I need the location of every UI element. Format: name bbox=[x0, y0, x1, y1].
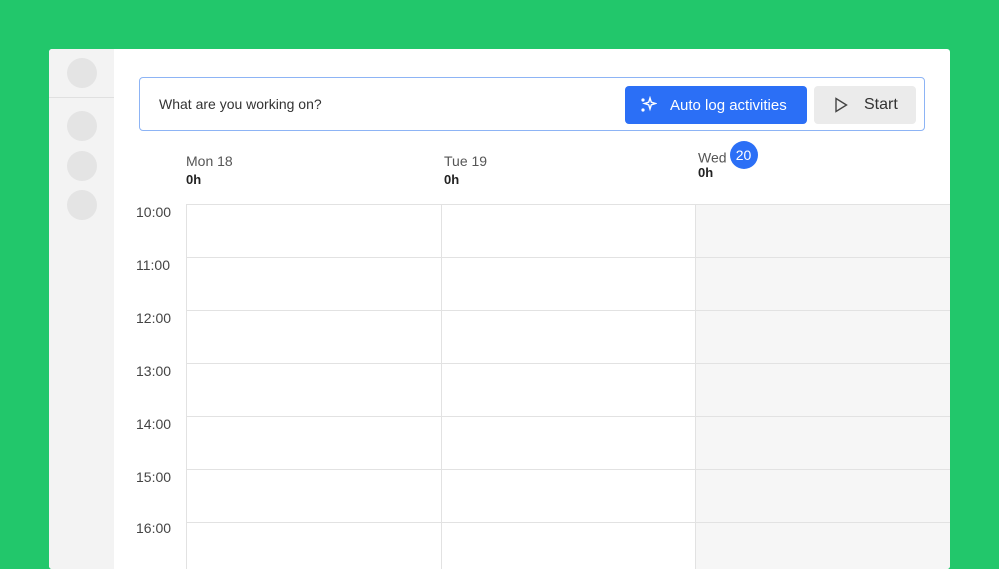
day-label: Mon 18 bbox=[186, 153, 233, 169]
today-badge: 20 bbox=[729, 141, 758, 169]
start-label: Start bbox=[864, 96, 898, 113]
day-total: 0h bbox=[444, 172, 460, 187]
avatar[interactable] bbox=[67, 58, 97, 88]
hour-line bbox=[187, 416, 950, 417]
hour-line bbox=[187, 363, 950, 364]
time-label: 10:00 bbox=[136, 204, 172, 220]
day-header-tue[interactable]: Tue 19 0h bbox=[444, 153, 487, 187]
day-header-wed[interactable]: Wed 20 0h bbox=[698, 141, 758, 180]
sparkles-icon bbox=[641, 96, 657, 112]
day-label: Wed bbox=[698, 149, 727, 166]
calendar-grid[interactable] bbox=[186, 204, 950, 569]
start-button[interactable]: Start bbox=[814, 86, 916, 124]
task-input[interactable]: What are you working on? bbox=[159, 96, 322, 112]
day-label: Tue 19 bbox=[444, 153, 488, 169]
play-icon bbox=[835, 97, 848, 113]
hour-line bbox=[187, 469, 950, 470]
divider bbox=[49, 97, 114, 98]
day-header-mon[interactable]: Mon 18 0h bbox=[186, 153, 233, 187]
sidebar bbox=[49, 49, 114, 569]
day-column[interactable] bbox=[187, 205, 442, 569]
day-column[interactable] bbox=[442, 205, 696, 569]
auto-log-label: Auto log activities bbox=[670, 96, 787, 114]
time-label: 16:00 bbox=[136, 520, 172, 536]
sidebar-item[interactable] bbox=[67, 190, 97, 220]
auto-log-button[interactable]: Auto log activities bbox=[625, 86, 807, 124]
day-total: 0h bbox=[186, 172, 202, 187]
time-label: 15:00 bbox=[136, 469, 172, 485]
time-label: 12:00 bbox=[136, 310, 172, 326]
timer-bar: What are you working on? Auto log activi… bbox=[139, 77, 925, 131]
hour-line bbox=[187, 257, 950, 258]
sidebar-item[interactable] bbox=[67, 151, 97, 181]
hour-line bbox=[187, 310, 950, 311]
sidebar-item[interactable] bbox=[67, 111, 97, 141]
time-label: 11:00 bbox=[136, 257, 170, 273]
app-window: What are you working on? Auto log activi… bbox=[49, 49, 950, 569]
time-label: 13:00 bbox=[136, 363, 172, 379]
time-label: 14:00 bbox=[136, 416, 172, 432]
day-column-today[interactable] bbox=[696, 205, 950, 569]
hour-line bbox=[187, 522, 950, 523]
